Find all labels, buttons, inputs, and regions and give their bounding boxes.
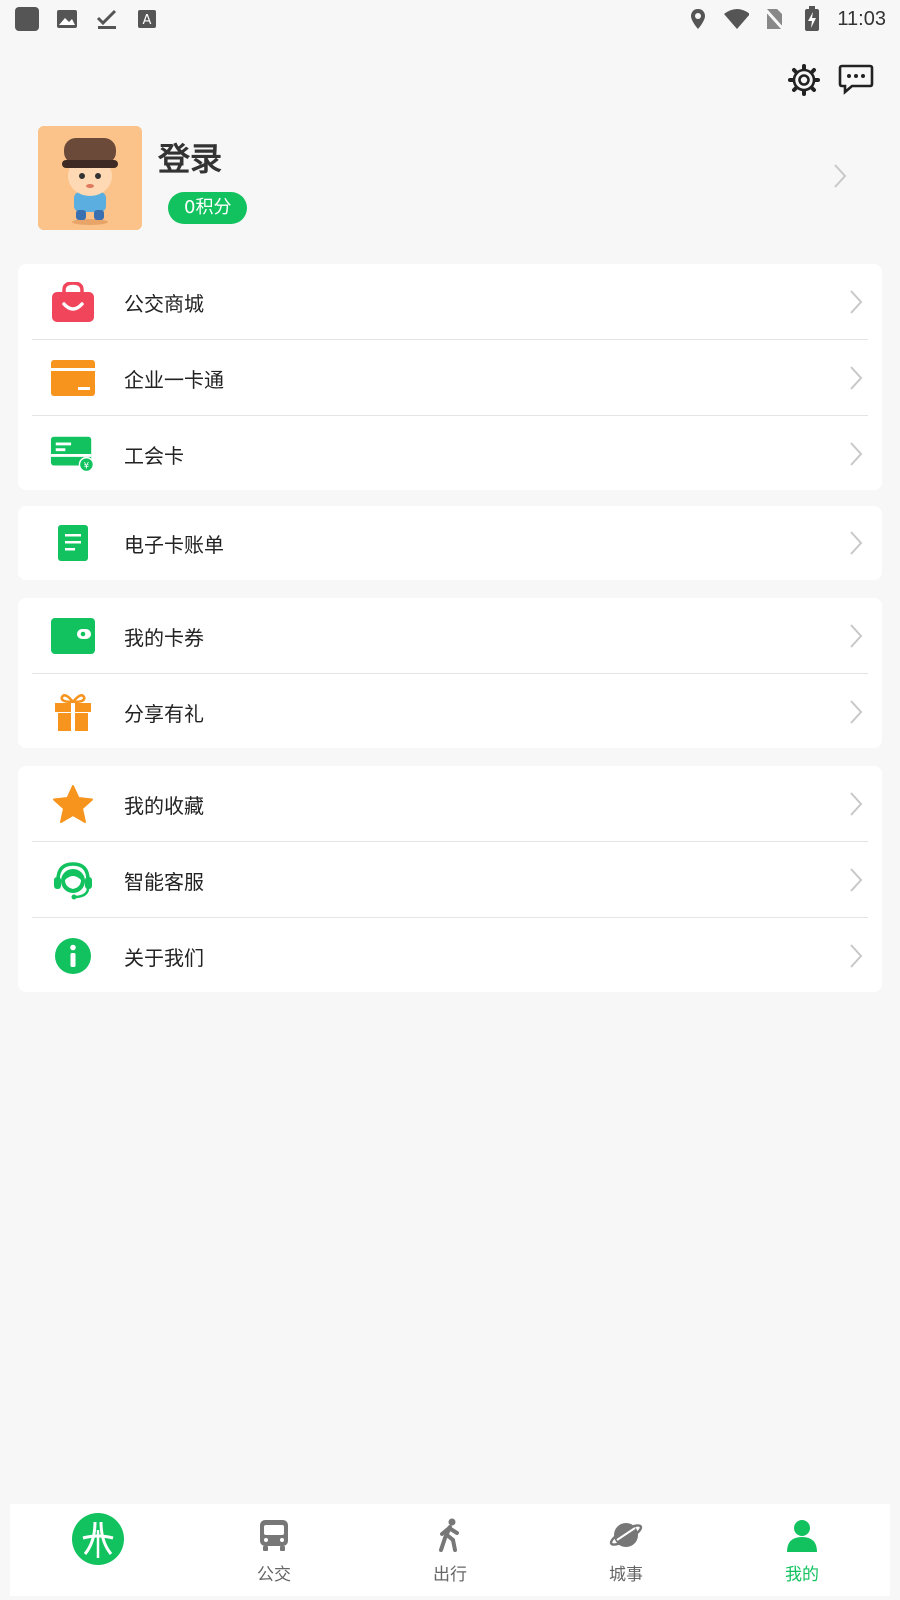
- star-icon: [50, 782, 96, 826]
- bus-icon: [257, 1518, 291, 1556]
- gear-icon[interactable]: [784, 60, 824, 100]
- avatar[interactable]: [38, 126, 142, 230]
- bottom-nav: 公交 出行 城事 我的: [10, 1504, 890, 1596]
- menu-group-2: 电子卡账单: [18, 506, 882, 580]
- menu-item-label: 关于我们: [124, 945, 204, 970]
- menu-group-1: 公交商城 企业一卡通 ¥ 工会卡: [18, 264, 882, 490]
- top-actions: [784, 60, 876, 100]
- battery-charging-icon: [799, 6, 825, 32]
- svg-text:¥: ¥: [84, 461, 90, 471]
- status-bar: A 11:03: [0, 0, 900, 40]
- menu-item-label: 公交商城: [124, 291, 204, 316]
- headset-icon: [50, 858, 96, 902]
- svg-text:A: A: [143, 13, 152, 28]
- chevron-right-icon: [848, 698, 864, 730]
- tab-mine[interactable]: 我的: [714, 1504, 890, 1596]
- image-icon: [54, 6, 80, 32]
- planet-icon: [608, 1518, 644, 1556]
- app-square-icon: [14, 6, 40, 32]
- logo-icon: [71, 1512, 125, 1570]
- chevron-right-icon: [848, 866, 864, 898]
- menu-item-union-card[interactable]: ¥ 工会卡: [18, 416, 882, 492]
- location-icon: [685, 6, 711, 32]
- menu-item-smart-service[interactable]: 智能客服: [18, 842, 882, 918]
- menu-item-about-us[interactable]: 关于我们: [18, 918, 882, 994]
- chevron-right-icon: [848, 942, 864, 974]
- chevron-right-icon: [848, 529, 864, 561]
- menu-item-label: 工会卡: [124, 443, 184, 468]
- tab-label: 我的: [785, 1565, 819, 1585]
- menu-item-bus-mall[interactable]: 公交商城: [18, 264, 882, 340]
- menu-item-favorites[interactable]: 我的收藏: [18, 766, 882, 842]
- menu-item-enterprise-card[interactable]: 企业一卡通: [18, 340, 882, 416]
- tab-label: 城事: [609, 1565, 643, 1585]
- menu-item-share-gift[interactable]: 分享有礼: [18, 674, 882, 750]
- chevron-right-icon: [848, 440, 864, 472]
- tab-label: 出行: [433, 1565, 467, 1585]
- gift-icon: [50, 690, 96, 734]
- chevron-right-icon: [848, 622, 864, 654]
- wifi-icon: [723, 6, 750, 32]
- menu-item-e-card-bill[interactable]: 电子卡账单: [18, 506, 882, 580]
- chevron-right-icon: [832, 162, 848, 194]
- menu-item-label: 我的收藏: [124, 793, 204, 818]
- wallet-icon: [50, 614, 96, 658]
- walking-icon: [433, 1518, 467, 1556]
- text-a-icon: A: [134, 6, 160, 32]
- bill-icon: [50, 521, 96, 565]
- chevron-right-icon: [848, 288, 864, 320]
- tab-city[interactable]: 城事: [538, 1504, 714, 1596]
- points-badge[interactable]: 0积分: [168, 192, 248, 224]
- login-title[interactable]: 登录: [158, 134, 222, 180]
- menu-item-label: 智能客服: [124, 869, 204, 894]
- card-icon: [50, 356, 96, 400]
- chevron-right-icon: [848, 364, 864, 396]
- tab-travel[interactable]: 出行: [362, 1504, 538, 1596]
- tab-home[interactable]: [10, 1504, 186, 1596]
- union-card-icon: ¥: [50, 432, 96, 476]
- status-time: 11:03: [837, 7, 886, 30]
- menu-item-label: 分享有礼: [124, 701, 204, 726]
- menu-item-label: 电子卡账单: [124, 532, 224, 557]
- download-done-icon: [94, 6, 120, 32]
- tab-label: 公交: [257, 1565, 291, 1585]
- profile-header[interactable]: 登录 0积分: [38, 126, 848, 230]
- chevron-right-icon: [848, 790, 864, 822]
- no-sim-icon: [761, 6, 787, 32]
- menu-item-label: 我的卡券: [124, 625, 204, 650]
- person-icon: [785, 1518, 819, 1556]
- menu-item-my-coupons[interactable]: 我的卡券: [18, 598, 882, 674]
- info-icon: [50, 934, 96, 978]
- tab-bus[interactable]: 公交: [186, 1504, 362, 1596]
- menu-item-label: 企业一卡通: [124, 367, 224, 392]
- menu-group-3: 我的卡券 分享有礼: [18, 598, 882, 748]
- chat-bubble-icon[interactable]: [836, 60, 876, 100]
- menu-group-4: 我的收藏 智能客服 关于我们: [18, 766, 882, 992]
- shopping-bag-icon: [50, 280, 96, 324]
